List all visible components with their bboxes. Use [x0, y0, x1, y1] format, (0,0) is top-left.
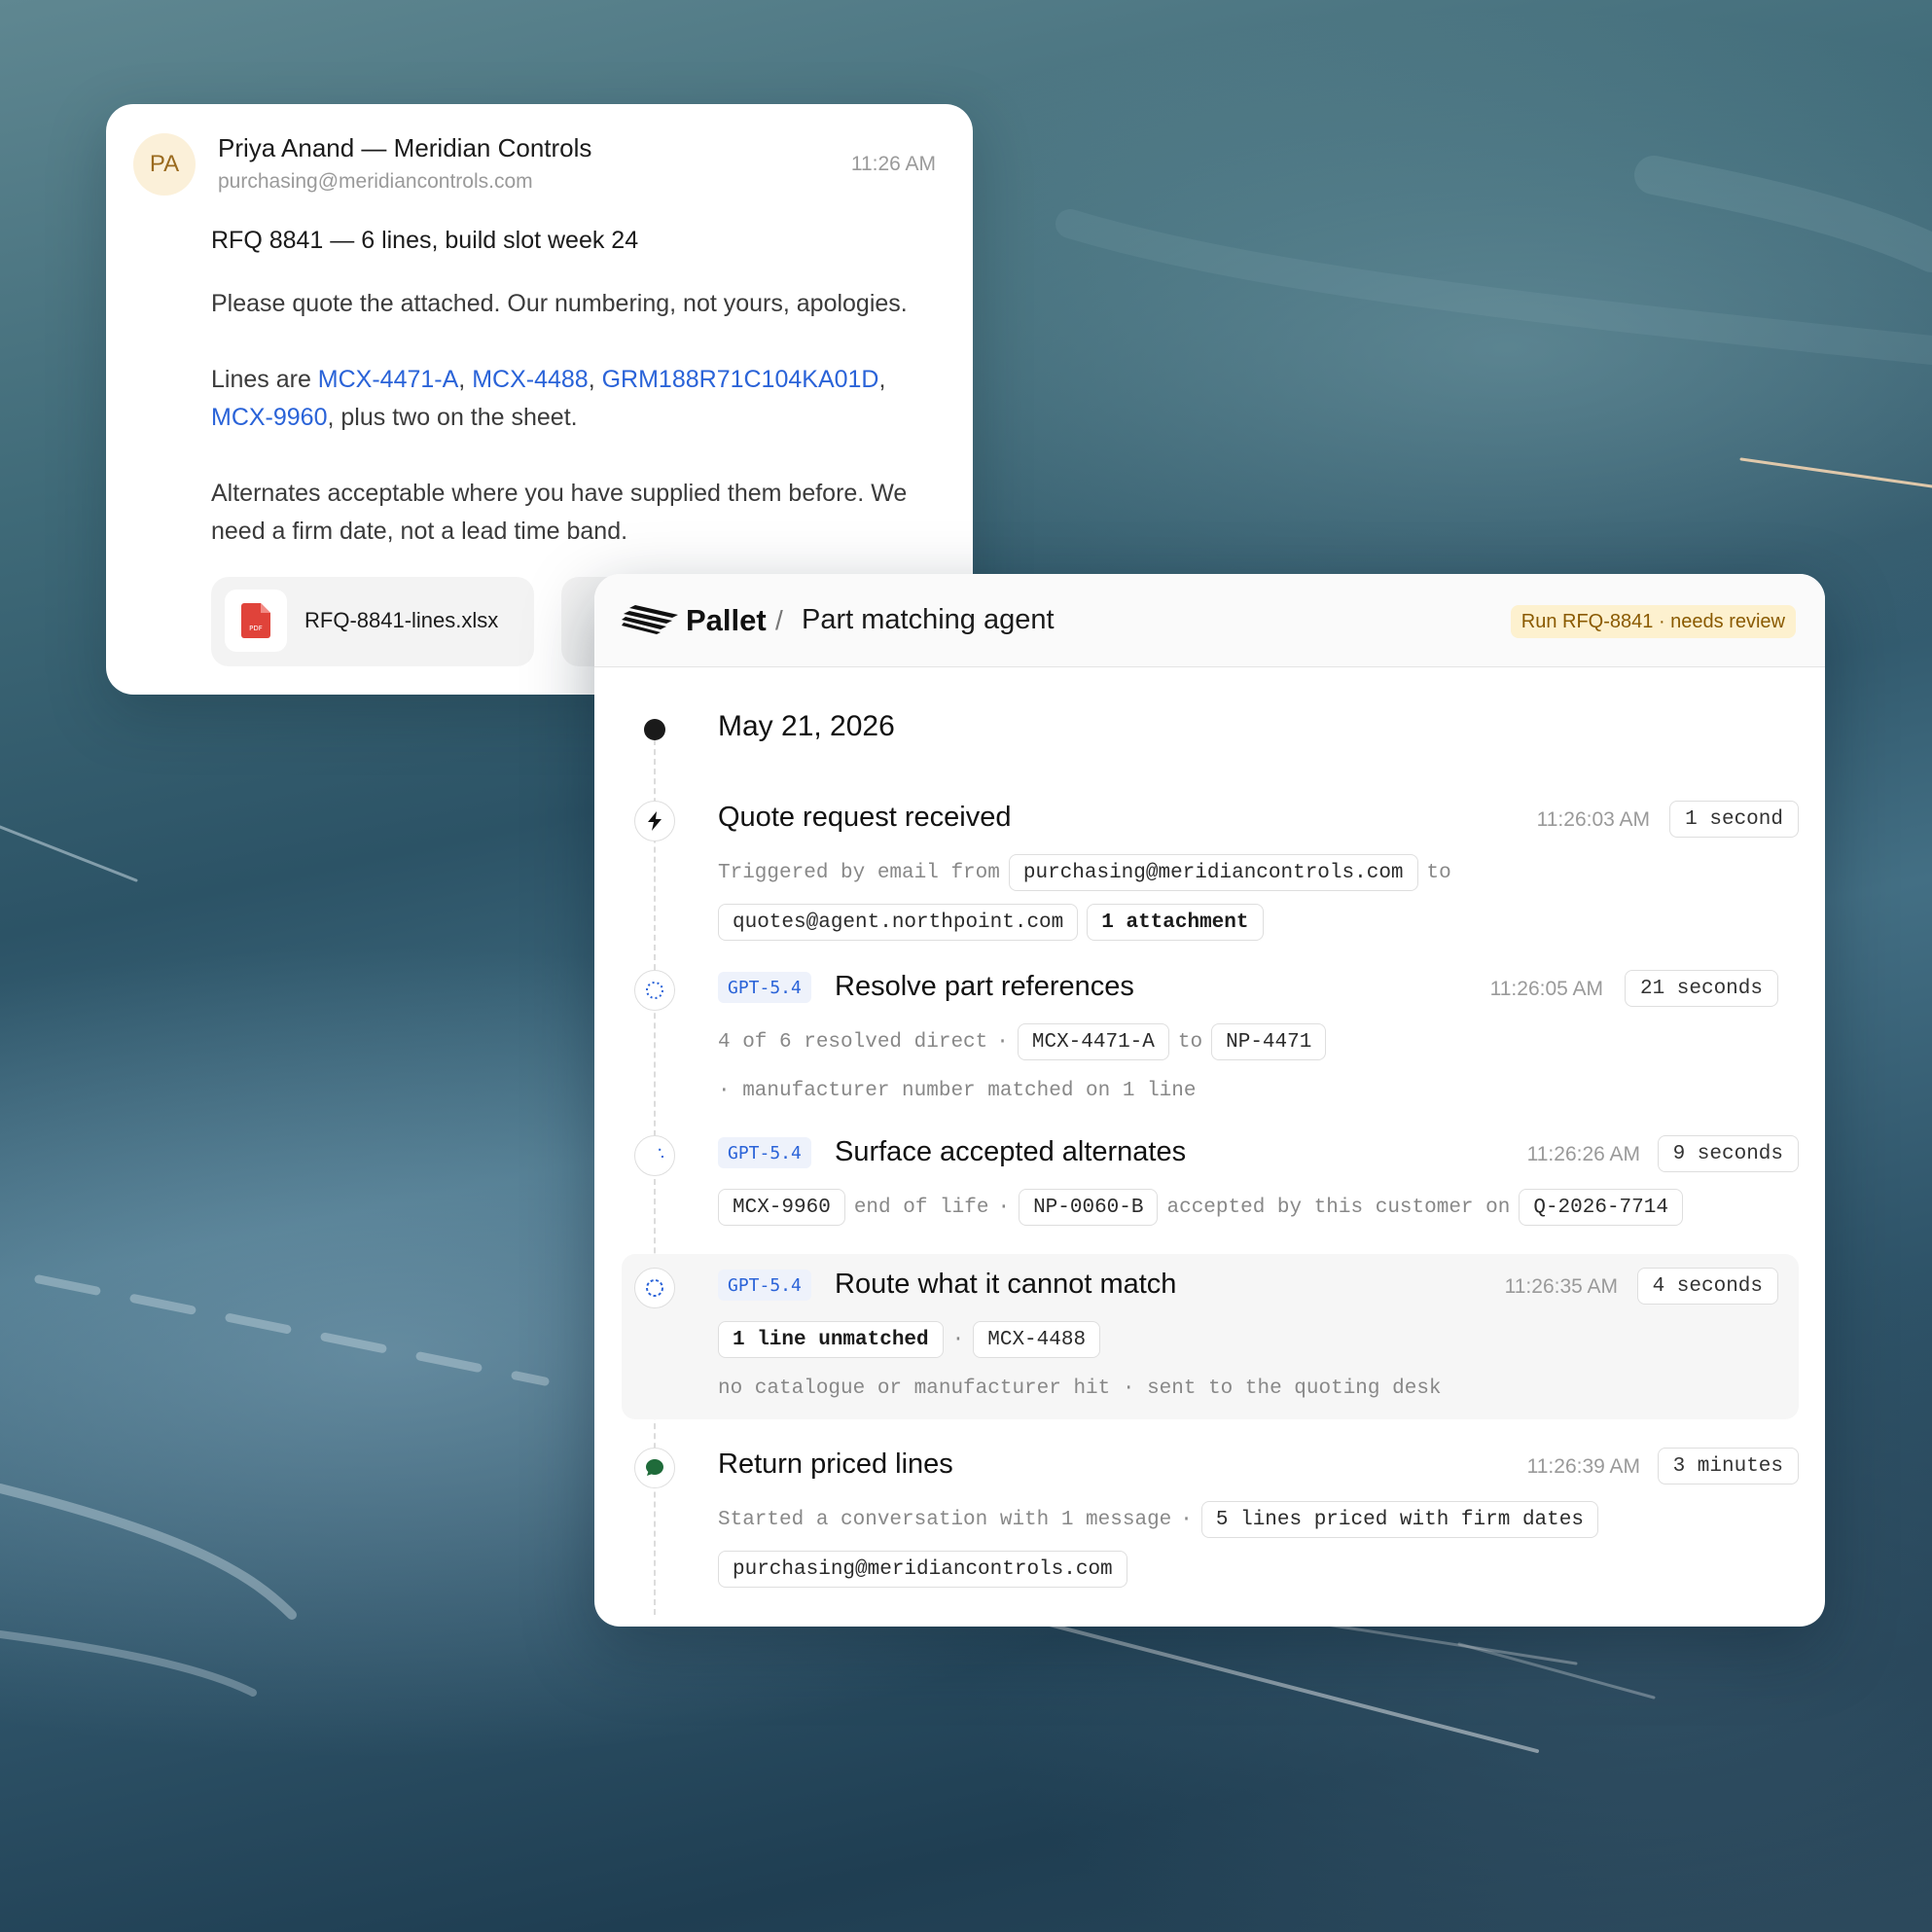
detail-text: accepted by this customer on — [1166, 1196, 1511, 1219]
part-chip[interactable]: NP-4471 — [1211, 1023, 1327, 1060]
panel-header: Pallet / Part matching agent Run RFQ-884… — [594, 574, 1825, 667]
step-title-resolve-parts[interactable]: Resolve part references — [835, 971, 1134, 1003]
step-5-detail-row-2: purchasing@meridiancontrols.com — [718, 1550, 1127, 1589]
step-time: 11:26:05 AM — [1489, 978, 1603, 1000]
pdf-file-icon: PDF — [225, 590, 287, 652]
detail-text: to — [1177, 1030, 1203, 1054]
brand-name: Pallet — [686, 603, 767, 637]
detail-text: Triggered by email from — [718, 861, 1000, 884]
customer-email-chip[interactable]: purchasing@meridiancontrols.com — [718, 1551, 1127, 1588]
detail-text: to — [1426, 861, 1451, 884]
email-paragraph-3: Alternates acceptable where you have sup… — [211, 480, 908, 545]
step-time: 11:26:39 AM — [1526, 1455, 1640, 1478]
detail-text: · manufacturer number matched on 1 line — [718, 1079, 1197, 1102]
step-duration: 9 seconds — [1657, 1135, 1799, 1172]
para2-prefix: Lines are — [211, 366, 318, 393]
attachment-chip[interactable]: PDF RFQ-8841-lines.xlsx — [211, 577, 534, 666]
step-time: 11:26:26 AM — [1526, 1143, 1640, 1165]
unmatched-count-chip[interactable]: 1 line unmatched — [718, 1321, 944, 1358]
lightning-icon — [634, 801, 675, 841]
step-4-detail-row-1: 1 line unmatched · MCX-4488 — [718, 1320, 1101, 1359]
timeline-date: May 21, 2026 — [718, 710, 895, 742]
step-duration: 1 second — [1669, 801, 1799, 838]
attachment-count-chip[interactable]: 1 attachment — [1087, 904, 1264, 941]
step-title-return-priced[interactable]: Return priced lines — [718, 1449, 953, 1481]
part-link-mcx-4471-a[interactable]: MCX-4471-A — [318, 366, 459, 393]
avatar: PA — [133, 133, 196, 196]
part-link-mcx-4488[interactable]: MCX-4488 — [472, 366, 589, 393]
chat-bubble-icon — [634, 1448, 675, 1488]
separator-dot: · — [996, 1030, 1009, 1054]
step-time: 11:26:03 AM — [1536, 808, 1650, 831]
part-chip[interactable]: NP-0060-B — [1019, 1189, 1159, 1226]
part-chip[interactable]: MCX-4488 — [973, 1321, 1101, 1358]
date-marker-dot — [644, 719, 665, 740]
step-4-detail-row-2: no catalogue or manufacturer hit · sent … — [718, 1369, 1442, 1408]
part-link-grm188[interactable]: GRM188R71C104KA01D — [602, 366, 879, 393]
quote-reference-chip[interactable]: Q-2026-7714 — [1519, 1189, 1683, 1226]
sender-name: Priya Anand — Meridian Controls — [218, 133, 592, 162]
separator-dot: · — [951, 1328, 965, 1351]
recipient-email-chip[interactable]: quotes@agent.northpoint.com — [718, 904, 1079, 941]
spinner-icon — [634, 1268, 675, 1308]
email-paragraph-2: Lines are MCX-4471-A, MCX-4488, GRM188R7… — [211, 366, 886, 431]
pallet-logo-icon — [622, 605, 678, 634]
pdf-icon-label: PDF — [249, 625, 263, 632]
step-time: 11:26:35 AM — [1504, 1275, 1618, 1298]
step-2-detail-row-2: · manufacturer number matched on 1 line — [718, 1071, 1196, 1110]
agent-run-panel: Pallet / Part matching agent Run RFQ-884… — [594, 574, 1825, 1627]
step-duration: 21 seconds — [1624, 970, 1778, 1007]
sender-email-chip[interactable]: purchasing@meridiancontrols.com — [1008, 854, 1418, 891]
part-chip[interactable]: MCX-9960 — [718, 1189, 845, 1226]
step-duration: 3 minutes — [1657, 1448, 1799, 1485]
priced-lines-chip[interactable]: 5 lines priced with firm dates — [1200, 1501, 1598, 1538]
part-link-mcx-9960[interactable]: MCX-9960 — [211, 404, 328, 431]
step-title-route-unmatched[interactable]: Route what it cannot match — [835, 1269, 1176, 1301]
separator-dot: · — [1180, 1508, 1193, 1531]
run-status-badge[interactable]: Run RFQ-8841 · needs review — [1510, 605, 1796, 638]
step-5-detail-row-1: Started a conversation with 1 message · … — [718, 1500, 1598, 1539]
breadcrumb-separator: / — [775, 605, 783, 635]
email-time: 11:26 AM — [850, 153, 936, 175]
step-1-detail-row-1: Triggered by email from purchasing@merid… — [718, 853, 1451, 892]
para2-suffix: , plus two on the sheet. — [327, 404, 578, 431]
step-1-detail-row-2: quotes@agent.northpoint.com 1 attachment — [718, 903, 1264, 942]
detail-text: end of life — [853, 1196, 989, 1219]
step-duration: 4 seconds — [1636, 1268, 1778, 1305]
spinner-icon — [634, 970, 675, 1011]
spinner-icon — [634, 1135, 675, 1176]
part-chip[interactable]: MCX-4471-A — [1017, 1023, 1169, 1060]
sender-email: purchasing@meridiancontrols.com — [218, 170, 533, 193]
attachment-name: RFQ-8841-lines.xlsx — [304, 608, 499, 632]
step-title-quote-request[interactable]: Quote request received — [718, 802, 1011, 834]
separator-dot: · — [997, 1196, 1011, 1219]
model-tag: GPT-5.4 — [718, 1270, 811, 1301]
page-title[interactable]: Part matching agent — [802, 604, 1055, 636]
email-subject: RFQ 8841 — 6 lines, build slot week 24 — [211, 227, 639, 254]
model-tag: GPT-5.4 — [718, 1137, 811, 1168]
step-title-alternates[interactable]: Surface accepted alternates — [835, 1136, 1186, 1168]
step-2-detail-row-1: 4 of 6 resolved direct · MCX-4471-A to N… — [718, 1022, 1327, 1061]
detail-text: Started a conversation with 1 message — [718, 1508, 1172, 1531]
step-3-detail-row: MCX-9960 end of life · NP-0060-B accepte… — [718, 1188, 1683, 1227]
detail-text: no catalogue or manufacturer hit · sent … — [718, 1377, 1442, 1400]
detail-text: 4 of 6 resolved direct — [718, 1030, 988, 1054]
email-paragraph-1: Please quote the attached. Our numbering… — [211, 290, 908, 317]
model-tag: GPT-5.4 — [718, 972, 811, 1003]
